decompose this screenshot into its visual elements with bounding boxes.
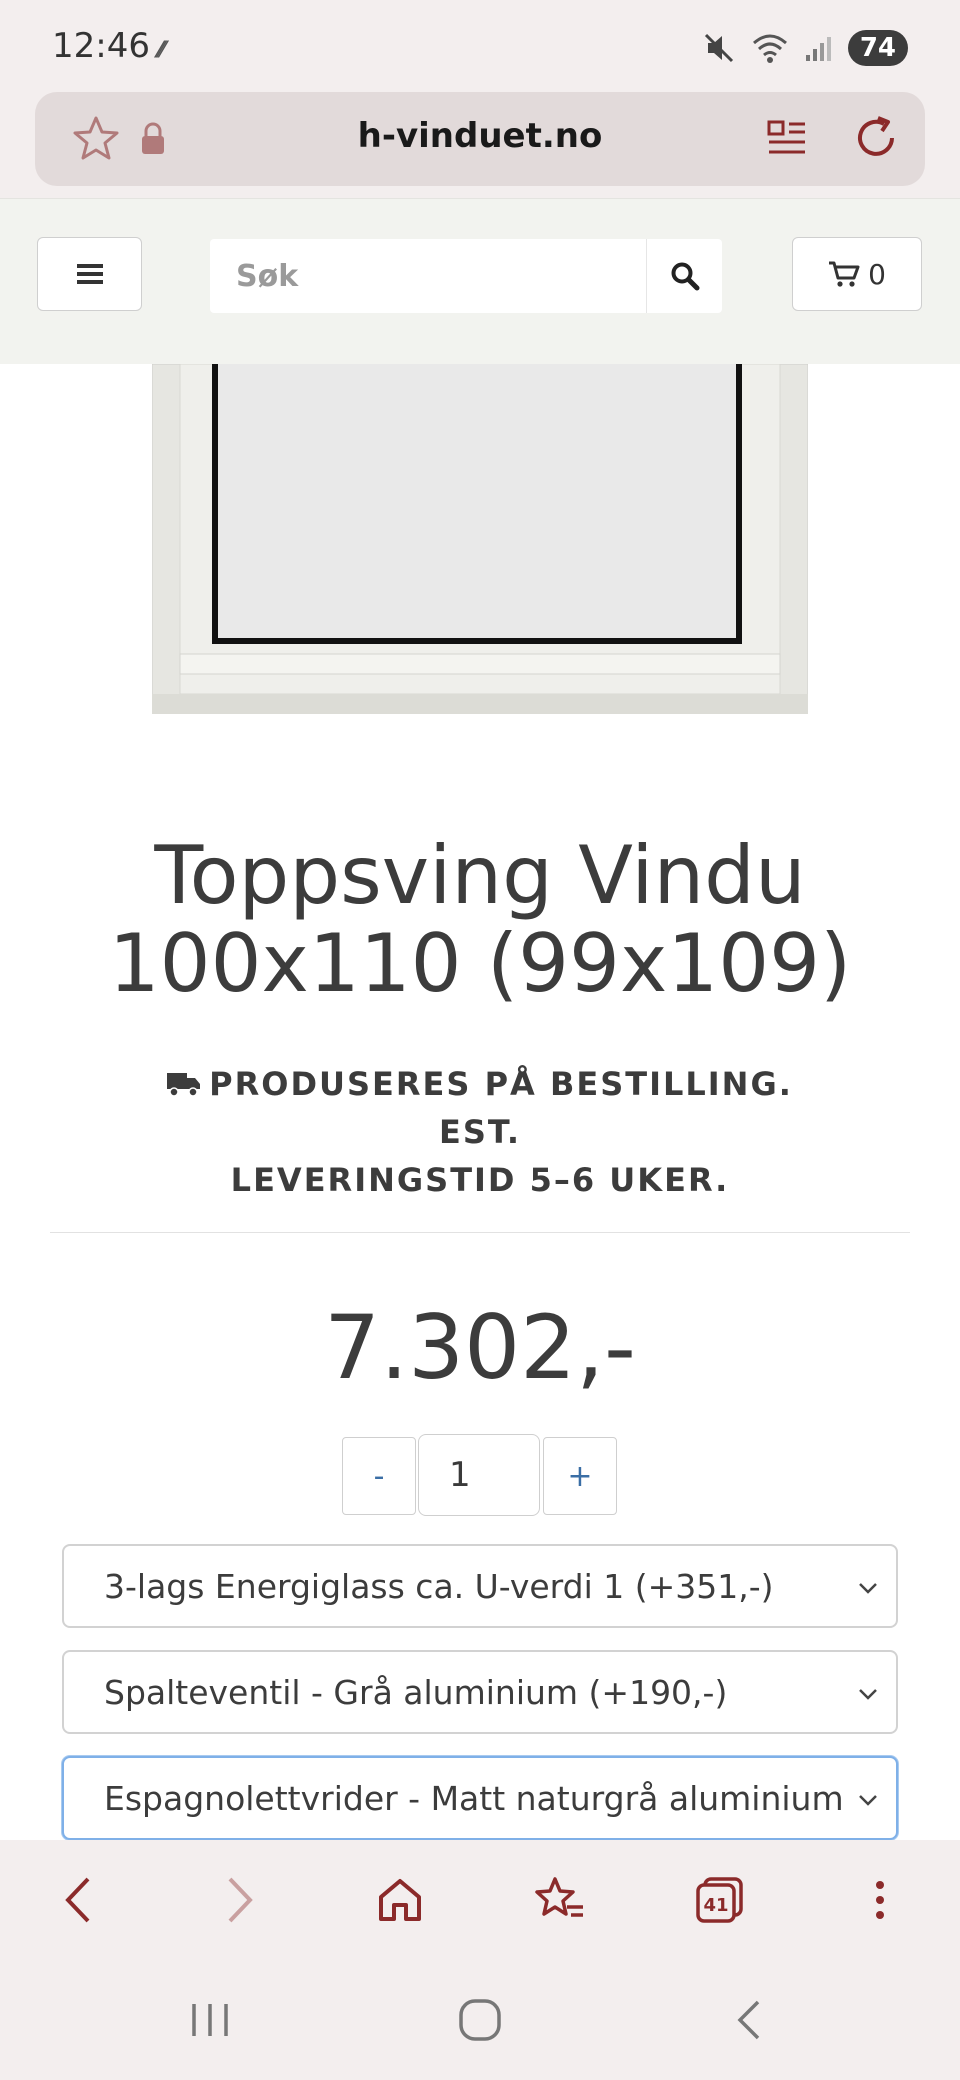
home-icon [379,1879,421,1921]
signal-icon [805,37,831,61]
tab-count: 41 [703,1895,728,1916]
bookmarks-icon [535,1877,583,1917]
system-navigation-bar [0,1960,960,2080]
recent-apps-icon[interactable] [180,1996,240,2044]
quantity-input[interactable] [418,1434,540,1516]
search-input[interactable] [210,239,646,313]
vent-option-select[interactable]: Spalteventil - Grå aluminium (+190,-) [62,1650,898,1734]
status-icons: 74 [702,28,908,68]
forward-button[interactable] [210,1870,270,1930]
status-bar: 12:46 ⁄⁄⁄ 74 [0,0,960,92]
divider [50,1232,910,1233]
home-button[interactable] [370,1870,430,1930]
more-vertical-icon [876,1881,884,1919]
back-button[interactable] [48,1870,108,1930]
delivery-line-2: LEVERINGSTID 5–6 UKER. [230,1161,730,1199]
mute-icon [704,33,733,63]
back-nav-icon[interactable] [720,1996,780,2044]
url-pill[interactable]: h-vinduet.no [35,92,925,186]
handle-option-value: Espagnolettvrider - Matt naturgrå alumin… [104,1778,844,1818]
search-icon [671,262,699,291]
site-header: 0 [0,198,960,364]
back-arrow-icon [65,1877,90,1923]
cart-button[interactable]: 0 [792,237,922,311]
product-image[interactable] [152,364,808,714]
chevron-down-icon [854,1680,882,1708]
hamburger-menu-icon [76,264,103,284]
chevron-down-icon [854,1786,882,1814]
home-nav-icon[interactable] [450,1996,510,2044]
cart-count: 0 [868,257,886,291]
product-price: 7.302,- [324,1296,636,1399]
delivery-line-1: PRODUSERES PÅ BESTILLING. EST. [209,1065,793,1151]
delivery-notice: PRODUSERES PÅ BESTILLING. EST. LEVERINGS… [120,1060,840,1204]
product-title: Toppsving Vindu 100x110 (99x109) [0,832,960,1008]
quantity-decrease-button[interactable]: - [342,1437,416,1515]
tabs-icon: 41 [696,1877,743,1923]
wifi-icon [752,34,787,63]
network-activity-icon: ⁄⁄⁄ [158,38,165,63]
bookmarks-button[interactable] [530,1870,590,1930]
browser-toolbar: 41 [0,1840,960,1960]
handle-option-select[interactable]: Espagnolettvrider - Matt naturgrå alumin… [62,1756,898,1840]
quantity-increase-button[interactable]: + [543,1437,617,1515]
tabs-button[interactable]: 41 [690,1870,750,1930]
product-title-line-2: 100x110 (99x109) [108,917,852,1010]
vent-option-value: Spalteventil - Grå aluminium (+190,-) [104,1672,728,1712]
search-button[interactable] [646,239,722,313]
more-menu-button[interactable] [850,1870,910,1930]
glass-option-value: 3-lags Energiglass ca. U-verdi 1 (+351,-… [104,1566,774,1606]
glass-option-select[interactable]: 3-lags Energiglass ca. U-verdi 1 (+351,-… [62,1544,898,1628]
truck-icon [167,1073,201,1097]
menu-button[interactable] [37,237,142,311]
browser-address-bar: h-vinduet.no [0,92,960,198]
status-time: 12:46 [52,26,150,66]
forward-arrow-icon [228,1877,253,1923]
product-title-line-1: Toppsving Vindu [154,829,806,922]
chevron-down-icon [854,1574,882,1602]
reload-icon[interactable] [850,112,902,164]
reader-mode-icon[interactable] [765,116,809,160]
cart-icon [829,261,860,287]
battery-indicator: 74 [847,30,908,66]
